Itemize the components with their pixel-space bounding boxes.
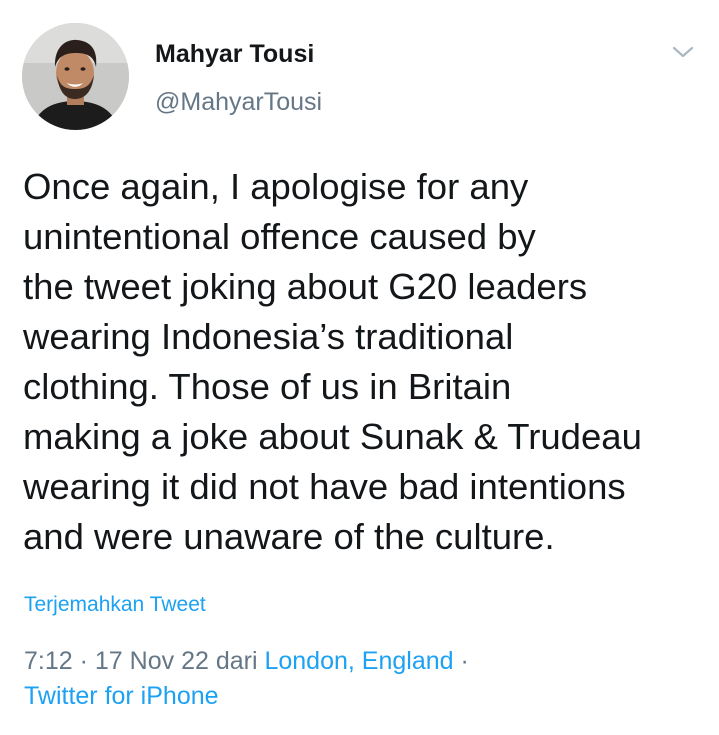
tweet-text-line: wearing Indonesia’s traditional [23,316,514,357]
tweet-text-line: clothing. Those of us in Britain [23,366,512,407]
meta-separator: · [460,647,469,675]
location-link[interactable]: London, England [264,647,453,675]
tweet-text-line: unintentional offence caused by [23,216,536,257]
tweet-text-line: the tweet joking about G20 leaders [23,266,588,307]
source-link[interactable]: Twitter for iPhone [24,679,219,713]
tweet-text: Once again, I apologise for any unintent… [23,162,703,562]
tweet-time: 7:12 [24,647,73,675]
tweet-text-line: Once again, I apologise for any [23,166,529,207]
meta-separator: · [79,647,88,675]
tweet-text-line: wearing it did not have bad intentions [23,466,626,507]
avatar-photo [22,23,129,130]
author-display-name[interactable]: Mahyar Tousi [155,40,314,69]
translate-tweet-link[interactable]: Terjemahkan Tweet [24,593,206,617]
chevron-down-icon[interactable] [671,40,695,64]
tweet-date: 17 Nov 22 [94,647,209,675]
tweet-meta: 7:12 · 17 Nov 22 dari London, England · [24,644,469,678]
avatar[interactable] [22,23,129,130]
tweet-text-line: and were unaware of the culture. [23,516,555,557]
author-handle[interactable]: @MahyarTousi [155,88,322,117]
from-word: dari [215,647,258,675]
tweet-text-line: making a joke about Sunak & Trudeau [23,416,642,457]
